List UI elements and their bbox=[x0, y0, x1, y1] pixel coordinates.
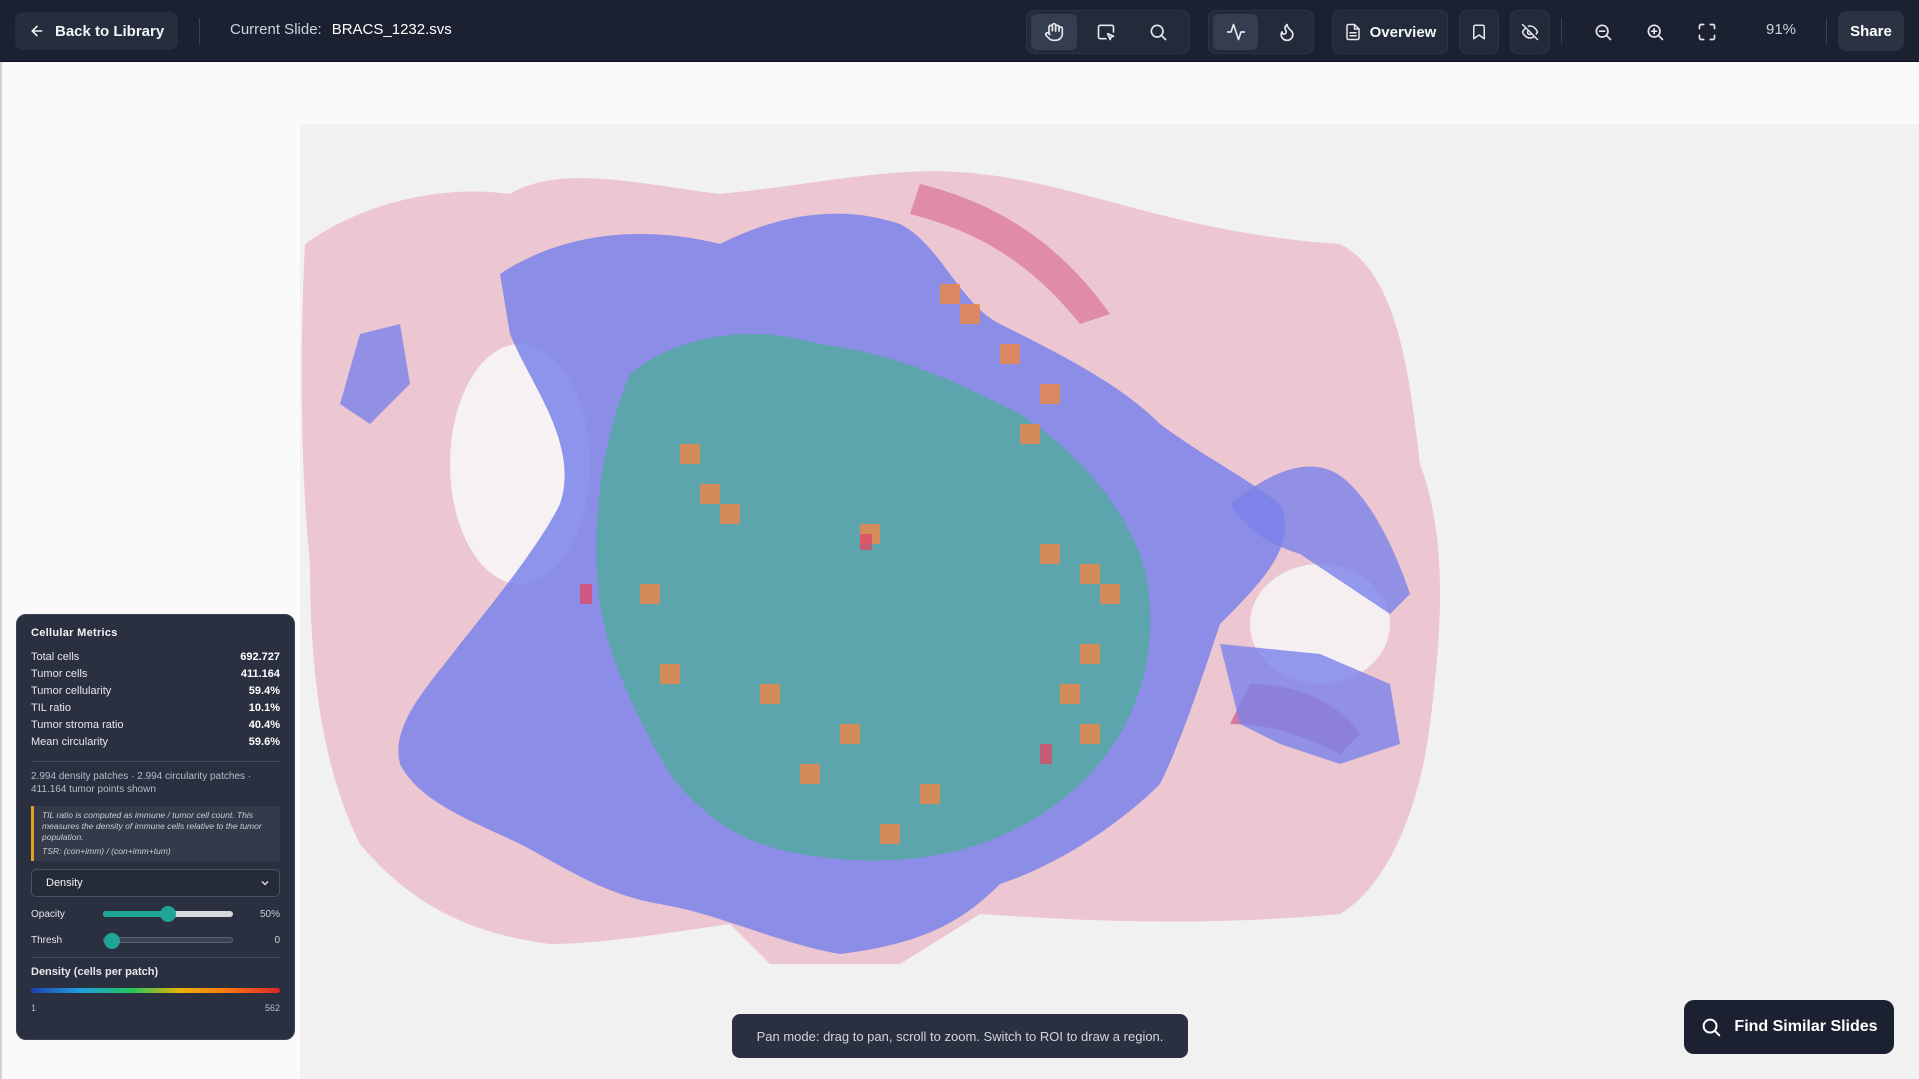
zoom-in-button[interactable] bbox=[1632, 14, 1678, 50]
til-ratio-callout: TIL ratio is computed as immune / tumor … bbox=[31, 806, 280, 861]
metric-row: Tumor cells 411.164 bbox=[31, 668, 280, 685]
legend-range: 1 562 bbox=[31, 1003, 280, 1013]
zoom-tool-group bbox=[1576, 10, 1742, 54]
activity-overlay-button[interactable] bbox=[1213, 14, 1258, 50]
tissue-heatmap-overlay[interactable] bbox=[300, 124, 1919, 1079]
opacity-slider[interactable] bbox=[103, 906, 233, 922]
threshold-value: 0 bbox=[274, 934, 280, 946]
cellular-metrics-panel: Cellular Metrics Total cells 692.727 Tumo… bbox=[16, 614, 295, 1040]
flame-icon bbox=[1279, 23, 1294, 42]
metric-value: 10.1% bbox=[248, 702, 280, 714]
metric-label: Tumor stroma ratio bbox=[31, 719, 124, 731]
arrow-left-icon bbox=[31, 25, 43, 37]
zoom-out-icon bbox=[1595, 24, 1612, 41]
zoom-level-readout: 91% bbox=[1766, 21, 1797, 38]
metric-label: Tumor cellularity bbox=[31, 685, 112, 697]
opacity-slider-thumb[interactable] bbox=[160, 906, 176, 922]
metric-label: Total cells bbox=[31, 651, 80, 663]
metrics-divider bbox=[31, 957, 280, 958]
metric-value: 692.727 bbox=[240, 651, 280, 663]
pan-tool-button[interactable] bbox=[1031, 14, 1077, 50]
toggle-overlay-visibility-button[interactable] bbox=[1510, 10, 1550, 54]
metric-value: 59.6% bbox=[248, 736, 280, 748]
metric-row: Mean circularity 59.6% bbox=[31, 736, 280, 753]
back-to-library-button[interactable]: Back to Library bbox=[15, 12, 179, 50]
metrics-divider bbox=[31, 761, 280, 762]
density-color-scale bbox=[31, 988, 280, 993]
legend-min: 1 bbox=[31, 1003, 37, 1013]
metric-label: TIL ratio bbox=[31, 702, 71, 714]
fullscreen-button[interactable] bbox=[1684, 14, 1730, 50]
zoom-in-icon bbox=[1647, 24, 1664, 41]
pan-mode-hint-toast: Pan mode: drag to pan, scroll to zoom. S… bbox=[732, 1014, 1188, 1058]
find-similar-label: Find Similar Slides bbox=[1734, 1018, 1878, 1035]
toolbar-divider bbox=[1826, 18, 1827, 44]
opacity-slider-fill bbox=[103, 911, 168, 917]
metric-label: Mean circularity bbox=[31, 736, 109, 748]
threshold-label: Thresh bbox=[31, 934, 63, 946]
slide-name: BRACS_1232.svs bbox=[331, 21, 452, 38]
metric-row: Tumor stroma ratio 40.4% bbox=[31, 719, 280, 736]
legend-title: Density (cells per patch) bbox=[31, 966, 159, 978]
navigation-tool-group bbox=[1026, 10, 1190, 54]
callout-text: TIL ratio is computed as immune / tumor … bbox=[42, 810, 262, 842]
opacity-control: Opacity 50% bbox=[31, 905, 280, 923]
threshold-slider[interactable] bbox=[103, 933, 233, 949]
opacity-label: Opacity bbox=[31, 908, 65, 920]
overlay-type-select[interactable]: Density bbox=[31, 869, 280, 897]
metric-label: Tumor cells bbox=[31, 668, 88, 680]
patch-count-note: 2.994 density patches · 2.994 circularit… bbox=[31, 771, 252, 795]
roi-select-icon bbox=[1097, 24, 1115, 41]
overlay-type-value: Density bbox=[46, 877, 83, 889]
opacity-value: 50% bbox=[259, 908, 280, 920]
heatmap-overlay-button[interactable] bbox=[1264, 14, 1309, 50]
activity-icon bbox=[1226, 23, 1245, 41]
share-button[interactable]: Share bbox=[1838, 11, 1904, 51]
callout-formula: TSR: (con+imm) / (con+imm+tum) bbox=[42, 846, 171, 856]
threshold-slider-thumb[interactable] bbox=[104, 933, 120, 949]
bookmark-icon bbox=[1473, 24, 1485, 40]
search-tool-button[interactable] bbox=[1135, 14, 1181, 50]
hand-icon bbox=[1044, 22, 1064, 42]
toast-text: Pan mode: drag to pan, scroll to zoom. S… bbox=[756, 1028, 1164, 1044]
back-to-library-label: Back to Library bbox=[55, 22, 165, 40]
legend-max: 562 bbox=[264, 1003, 280, 1013]
chevron-down-icon bbox=[261, 881, 269, 886]
current-slide-info: Current Slide: BRACS_1232.svs bbox=[230, 21, 452, 38]
toolbar-divider bbox=[199, 18, 200, 44]
metrics-title: Cellular Metrics bbox=[31, 627, 118, 639]
current-slide-label: Current Slide: bbox=[230, 21, 322, 38]
search-icon bbox=[1703, 1018, 1721, 1037]
search-icon bbox=[1150, 24, 1167, 41]
document-icon bbox=[1345, 23, 1360, 41]
metric-value: 411.164 bbox=[240, 668, 280, 680]
top-toolbar: Back to Library Current Slide: BRACS_123… bbox=[0, 0, 1919, 62]
overlay-tool-group bbox=[1208, 10, 1314, 54]
eye-off-icon bbox=[1521, 23, 1539, 41]
overview-label: Overview bbox=[1369, 23, 1437, 41]
metric-row: Tumor cellularity 59.4% bbox=[31, 685, 280, 702]
overview-button[interactable]: Overview bbox=[1332, 10, 1448, 54]
metric-row: Total cells 692.727 bbox=[31, 651, 280, 668]
metric-value: 59.4% bbox=[248, 685, 280, 697]
fullscreen-icon bbox=[1698, 23, 1716, 41]
roi-tool-button[interactable] bbox=[1083, 14, 1129, 50]
threshold-control: Thresh 0 bbox=[31, 931, 280, 949]
bookmark-button[interactable] bbox=[1459, 10, 1499, 54]
metric-value: 40.4% bbox=[248, 719, 280, 731]
find-similar-slides-button[interactable]: Find Similar Slides bbox=[1684, 1000, 1894, 1054]
zoom-out-button[interactable] bbox=[1580, 14, 1626, 50]
toolbar-divider bbox=[1561, 18, 1562, 44]
metric-row: TIL ratio 10.1% bbox=[31, 702, 280, 719]
